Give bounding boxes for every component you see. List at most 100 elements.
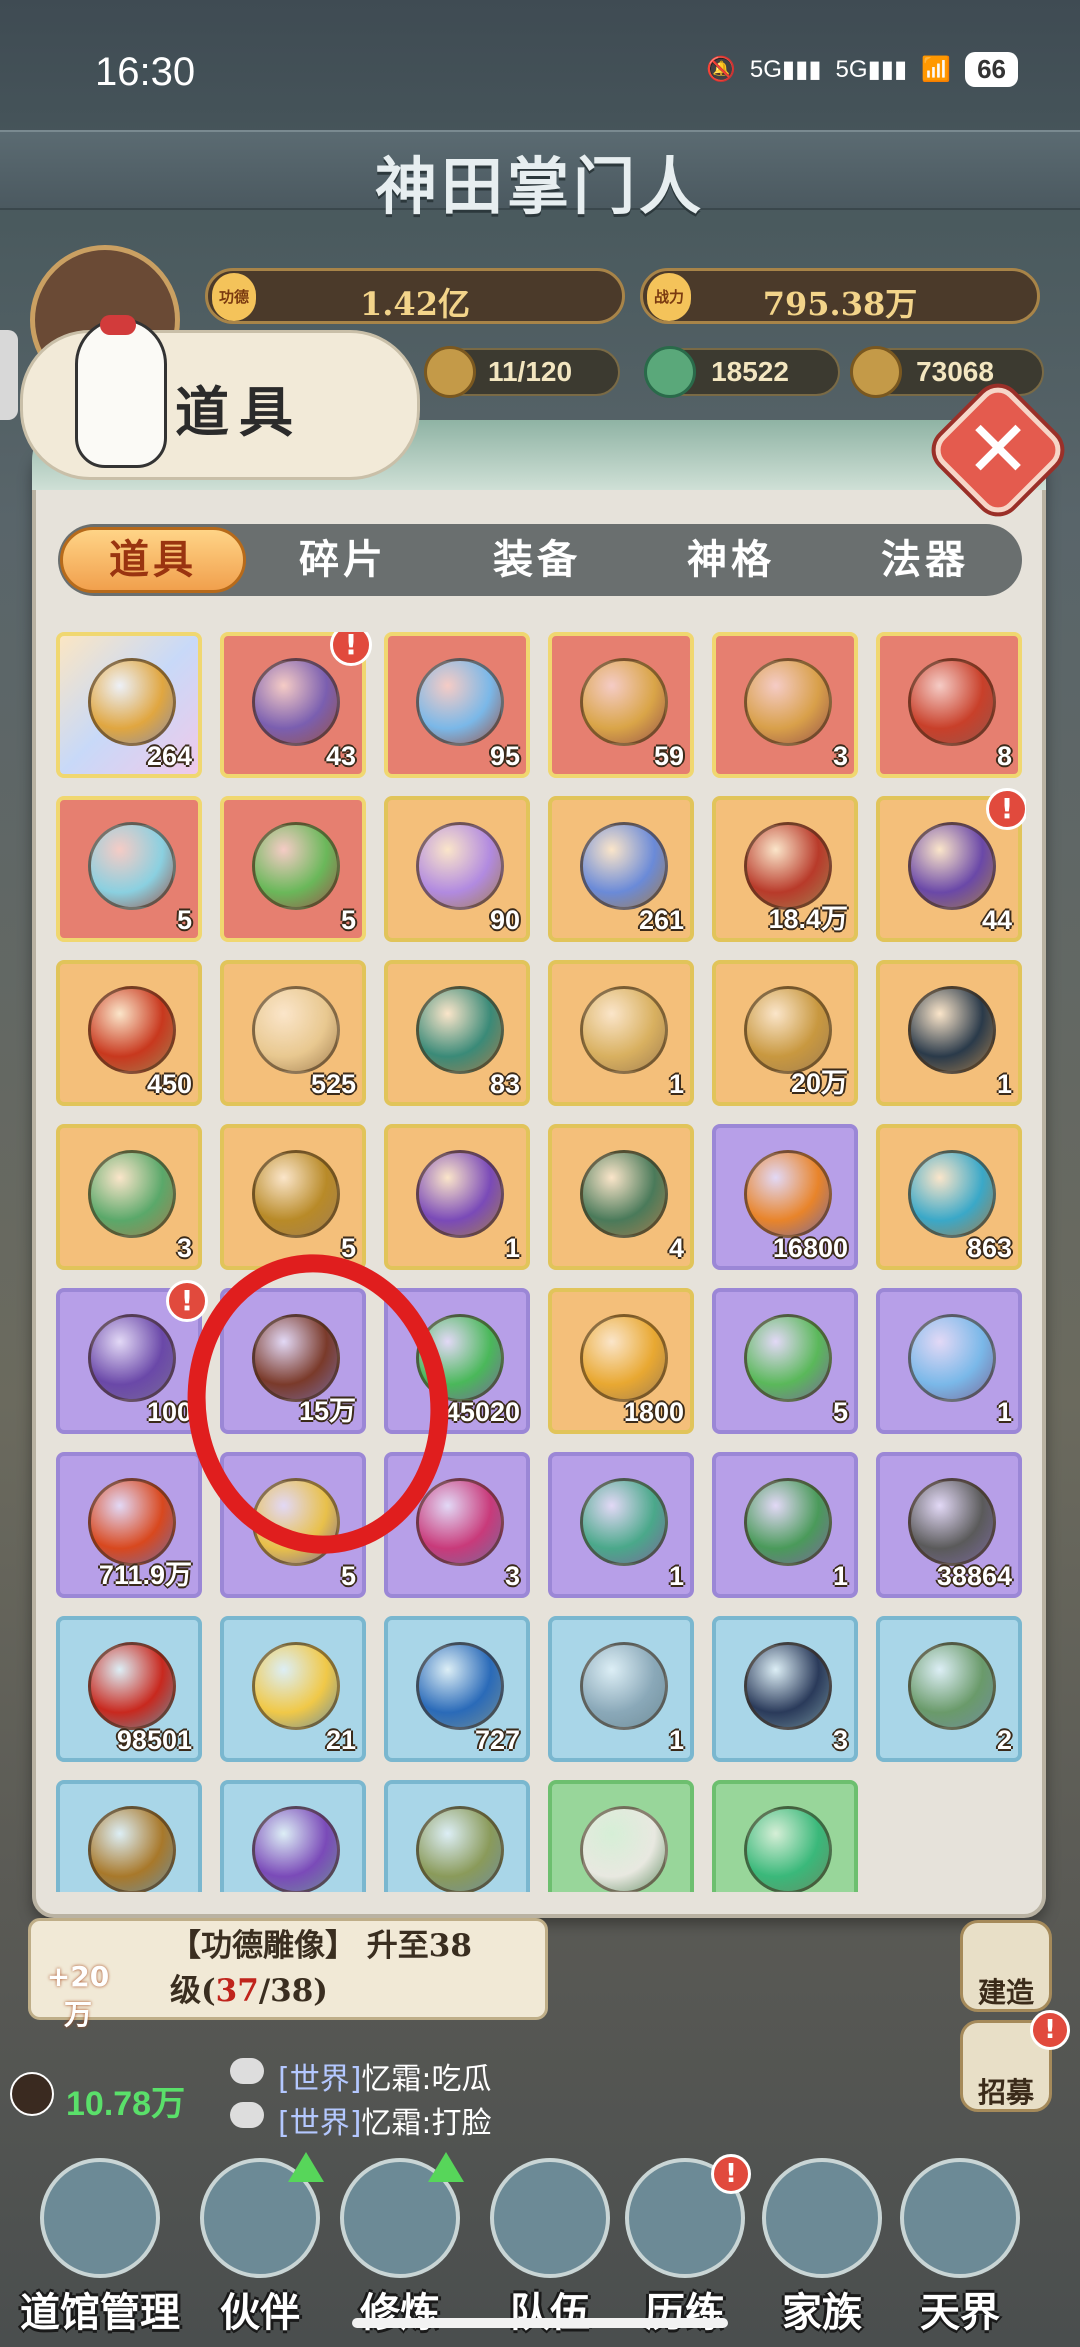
item-slot[interactable]: 2 (876, 1616, 1022, 1762)
alert-icon: ! (711, 2154, 751, 2194)
nav-team[interactable]: 队伍 (480, 2150, 620, 2340)
tab-equipment[interactable]: 装备 (440, 524, 634, 596)
item-slot[interactable]: 1 (876, 960, 1022, 1106)
jade-pendant-icon (744, 1314, 832, 1402)
item-slot[interactable] (548, 1780, 694, 1892)
item-count: 16800 (772, 1233, 848, 1263)
item-slot[interactable]: 5 (56, 796, 202, 942)
close-icon[interactable]: ✕ (948, 400, 1048, 500)
nav-adventure[interactable]: 历练! (615, 2150, 755, 2340)
item-slot[interactable] (56, 1780, 202, 1892)
battle-token-icon (580, 986, 668, 1074)
item-slot[interactable]: 16800 (712, 1124, 858, 1270)
item-count: 8 (996, 741, 1012, 771)
nav-partners[interactable]: 伙伴 (190, 2150, 330, 2340)
item-count: 20万 (790, 1068, 848, 1098)
bronze-cauldron-icon (908, 1642, 996, 1730)
item-slot[interactable]: 59 (548, 632, 694, 778)
item-count: 3 (176, 1233, 192, 1263)
home-indicator[interactable] (352, 2318, 728, 2328)
item-slot[interactable] (220, 1780, 366, 1892)
nav-label: 天界 (920, 2289, 1000, 2336)
item-slot[interactable]: 264 (56, 632, 202, 778)
disciple-icon (424, 346, 476, 398)
item-slot[interactable]: 90 (384, 796, 530, 942)
item-slot[interactable]: 1 (876, 1288, 1022, 1434)
item-slot[interactable]: 1 (384, 1124, 530, 1270)
item-slot[interactable]: 21 (220, 1616, 366, 1762)
item-slot[interactable] (384, 1780, 530, 1892)
item-slot[interactable]: 95 (384, 632, 530, 778)
item-slot[interactable]: 863 (876, 1124, 1022, 1270)
item-slot[interactable]: 38864 (876, 1452, 1022, 1598)
item-slot[interactable]: 18.4万 (712, 796, 858, 942)
item-slot[interactable]: 3 (56, 1124, 202, 1270)
item-count: 100 (146, 1397, 192, 1427)
item-slot[interactable]: 83 (384, 960, 530, 1106)
item-slot[interactable] (712, 1780, 858, 1892)
item-slot[interactable]: 3 (712, 632, 858, 778)
item-slot[interactable]: 5 (220, 1124, 366, 1270)
build-button[interactable]: 建造 (960, 1920, 1052, 2012)
nav-clan[interactable]: 家族 (752, 2150, 892, 2340)
nav-cultivation[interactable]: 修炼 (330, 2150, 470, 2340)
item-slot[interactable]: 8 (876, 632, 1022, 778)
gold-pouch-icon (88, 658, 176, 746)
item-count: 98501 (116, 1725, 192, 1755)
item-slot[interactable]: 98501 (56, 1616, 202, 1762)
tab-items[interactable]: 道具 (60, 527, 246, 593)
item-slot[interactable]: 1 (712, 1452, 858, 1598)
power-value: 795.38万 (762, 285, 918, 323)
item-slot[interactable]: 1800 (548, 1288, 694, 1434)
item-slot[interactable]: 5 (712, 1288, 858, 1434)
tab-artifacts[interactable]: 法器 (828, 524, 1022, 596)
item-count: 1 (668, 1069, 684, 1099)
item-count: 2 (996, 1725, 1012, 1755)
item-slot[interactable]: 3 (712, 1616, 858, 1762)
inventory-tabs: 道具 碎片 装备 神格 法器 (58, 524, 1022, 596)
item-count: 95 (489, 741, 520, 771)
chat-line-1[interactable]: [世界]忆霜:吃瓜 (230, 2054, 492, 2098)
jade-crystal-icon (416, 986, 504, 1074)
item-slot[interactable]: 5 (220, 796, 366, 942)
jade-resource: 18522 (644, 346, 840, 398)
item-slot[interactable]: 261 (548, 796, 694, 942)
tab-divinity[interactable]: 神格 (634, 524, 828, 596)
nav-label: 修炼 (360, 2289, 440, 2336)
blue-phoenix-orb-icon (416, 1642, 504, 1730)
item-slot[interactable]: 100! (56, 1280, 208, 1434)
item-slot[interactable]: 44! (876, 788, 1026, 942)
tab-fragments[interactable]: 碎片 (246, 524, 440, 596)
nav-heaven[interactable]: 天界 (890, 2150, 1030, 2340)
item-count: 45020 (444, 1397, 520, 1427)
nav-dojo-management[interactable]: 道馆管理 (20, 2150, 180, 2340)
item-slot[interactable]: 20万 (712, 960, 858, 1106)
alert-icon: ! (166, 1280, 208, 1322)
chat-line-2[interactable]: [世界]忆霜:打脸 (230, 2098, 492, 2142)
phoenix-token-icon (908, 658, 996, 746)
item-slot[interactable]: 1 (548, 960, 694, 1106)
stone-lion-seal-icon (580, 1642, 668, 1730)
item-slot[interactable]: 525 (220, 960, 366, 1106)
item-slot[interactable]: 4 (548, 1124, 694, 1270)
item-count: 59 (653, 741, 684, 771)
amber-stone-icon (744, 1150, 832, 1238)
item-slot[interactable]: 727 (384, 1616, 530, 1762)
item-count: 711.9万 (98, 1560, 192, 1590)
rose-coin-icon (416, 1478, 504, 1566)
status-time: 16:30 (95, 50, 196, 94)
item-slot[interactable]: 1 (548, 1616, 694, 1762)
crystal-shard-icon (580, 822, 668, 910)
item-slot[interactable]: 711.9万 (56, 1452, 202, 1598)
item-count: 1 (504, 1233, 520, 1263)
item-count: 4 (668, 1233, 684, 1263)
purple-chest-icon (88, 1314, 176, 1402)
item-count: 5 (340, 1561, 356, 1591)
item-count: 18.4万 (768, 904, 848, 934)
item-slot[interactable]: 1 (548, 1452, 694, 1598)
status-bar: 16:30 🔕 5G▮▮▮ 5G▮▮▮ 📶 66 (0, 0, 1080, 140)
item-slot[interactable]: 43! (220, 632, 372, 778)
item-slot[interactable]: 450 (56, 960, 202, 1106)
jade-gourd-icon (252, 822, 340, 910)
side-drawer-handle[interactable] (0, 330, 18, 420)
